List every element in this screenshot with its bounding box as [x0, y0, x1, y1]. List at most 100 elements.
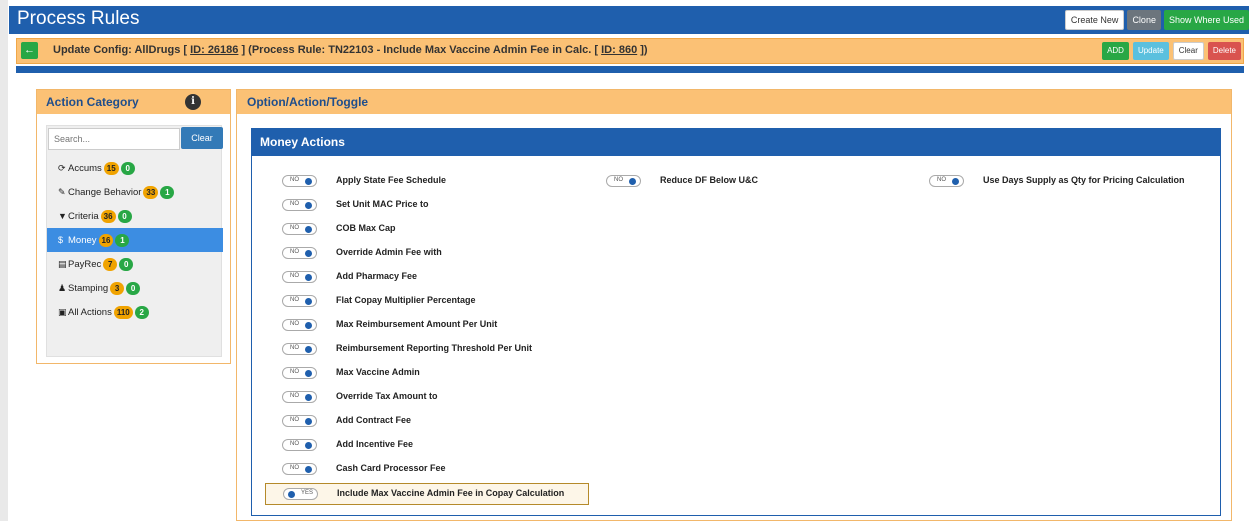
- category-item-payrec[interactable]: ▤PayRec 7 0: [47, 252, 223, 276]
- config-title-prefix: Update Config: AllDrugs [: [53, 44, 191, 56]
- toggle-switch[interactable]: NO: [929, 175, 964, 187]
- toggle-knob: [305, 178, 312, 185]
- config-bar: ← Update Config: AllDrugs [ ID: 26186 ] …: [16, 38, 1244, 64]
- window-edge: [0, 0, 8, 521]
- toggle-state-text: NO: [290, 201, 299, 207]
- toggle-knob: [305, 322, 312, 329]
- action-category-title: Action Category: [46, 95, 139, 109]
- category-label: Accums: [68, 163, 102, 174]
- create-new-button[interactable]: Create New: [1064, 10, 1125, 30]
- category-item-money[interactable]: $ Money 16 1: [47, 228, 223, 252]
- toggle-knob: [305, 442, 312, 449]
- money-action-label: Cash Card Processor Fee: [336, 463, 446, 473]
- toggle-switch[interactable]: NO: [282, 319, 317, 331]
- toggle-switch[interactable]: NO: [282, 223, 317, 235]
- toggle-switch[interactable]: NO: [282, 367, 317, 379]
- category-item-change-behavior[interactable]: ✎ Change Behavior 33 1: [47, 180, 223, 204]
- dollar-icon: $: [58, 235, 64, 245]
- toggle-state-text: NO: [290, 273, 299, 279]
- toggle-state-text: NO: [290, 345, 299, 351]
- toggle-knob: [305, 226, 312, 233]
- toggle-switch[interactable]: YES: [283, 488, 318, 500]
- money-action-label: Reimbursement Reporting Threshold Per Un…: [336, 343, 533, 353]
- money-action-label: Override Tax Amount to: [336, 391, 438, 401]
- refresh-icon: ⟳: [58, 163, 66, 173]
- toggle-switch[interactable]: NO: [282, 391, 317, 403]
- toggle-switch[interactable]: NO: [606, 175, 641, 187]
- header-actions: Create New Clone Show Where Used: [1064, 10, 1249, 30]
- money-action-row: YES Include Max Vaccine Admin Fee in Copa…: [265, 483, 589, 505]
- toggle-knob: [952, 178, 959, 185]
- page-title: Process Rules: [17, 8, 140, 29]
- toggle-switch[interactable]: NO: [282, 199, 317, 211]
- money-action-label: Flat Copay Multiplier Percentage: [336, 295, 476, 305]
- toggle-state-text: NO: [290, 249, 299, 255]
- toggle-knob: [305, 394, 312, 401]
- config-id-link[interactable]: ID: 26186: [190, 44, 238, 56]
- active-count-badge: 0: [119, 257, 134, 271]
- category-list: Clear ⟳Accums150✎Change Behavior331▼Crit…: [46, 125, 223, 357]
- toggle-state-text: NO: [937, 177, 946, 183]
- toggle-switch[interactable]: NO: [282, 439, 317, 451]
- show-where-used-button[interactable]: Show Where Used: [1163, 10, 1249, 30]
- money-action-label: Reduce DF Below U&C: [660, 175, 759, 185]
- money-action-label: Max Reimbursement Amount Per Unit: [336, 319, 498, 329]
- toggle-knob: [305, 346, 312, 353]
- total-count-badge: 36: [100, 209, 116, 223]
- toggle-switch[interactable]: NO: [282, 463, 317, 475]
- options-header: Option/Action/Toggle: [237, 90, 1231, 114]
- total-count-badge: 3: [110, 281, 125, 295]
- toggle-state-text: NO: [290, 297, 299, 303]
- action-category-header: Action Category i: [37, 90, 230, 114]
- toggle-state-text: NO: [290, 177, 299, 183]
- toggle-knob: [305, 274, 312, 281]
- category-item-accums[interactable]: ⟳ Accums 15 0: [47, 156, 223, 180]
- toggle-knob: [629, 178, 636, 185]
- money-action-label: Add Pharmacy Fee: [336, 271, 418, 281]
- config-title-middle: ] (Process Rule: TN22103 - Include Max V…: [238, 44, 602, 56]
- toggle-switch[interactable]: NO: [282, 295, 317, 307]
- money-action-label: COB Max Cap: [336, 223, 396, 233]
- total-count-badge: 110: [113, 305, 133, 319]
- toggle-switch[interactable]: NO: [282, 247, 317, 259]
- toggle-state-text: NO: [290, 225, 299, 231]
- category-label: Money: [68, 235, 97, 246]
- arrow-left-icon[interactable]: ←: [21, 42, 38, 59]
- add-button[interactable]: ADD: [1102, 42, 1129, 60]
- rule-id-link[interactable]: ID: 860: [601, 44, 637, 56]
- toggle-knob: [305, 418, 312, 425]
- toggle-state-text: NO: [290, 321, 299, 327]
- category-label: Criteria: [68, 211, 99, 222]
- active-count-badge: 1: [160, 185, 175, 199]
- options-title: Option/Action/Toggle: [247, 95, 369, 109]
- toggle-switch[interactable]: NO: [282, 271, 317, 283]
- money-action-label: Add Contract Fee: [336, 415, 412, 425]
- toggle-state-text: NO: [614, 177, 623, 183]
- toggle-switch[interactable]: NO: [282, 415, 317, 427]
- active-count-badge: 0: [126, 281, 141, 295]
- toggle-switch[interactable]: NO: [282, 175, 317, 187]
- toggle-state-text: YES: [301, 490, 314, 496]
- money-action-label: Override Admin Fee with: [336, 247, 442, 257]
- money-action-label: Use Days Supply as Qty for Pricing Calcu…: [983, 175, 1185, 185]
- stamp-icon: ♟: [58, 283, 67, 293]
- category-item-stamping[interactable]: ♟ Stamping 3 0: [47, 276, 223, 300]
- wrench-icon: ✎: [58, 187, 66, 197]
- toggle-switch[interactable]: NO: [282, 343, 317, 355]
- clone-button[interactable]: Clone: [1127, 10, 1161, 30]
- options-panel: Option/Action/Toggle Money Actions NO App…: [236, 89, 1232, 521]
- info-icon[interactable]: i: [185, 94, 201, 110]
- total-count-badge: 7: [103, 257, 118, 271]
- filter-icon: ▼: [58, 211, 67, 221]
- category-item-criteria[interactable]: ▼Criteria 36 0: [47, 204, 223, 228]
- search-clear-button[interactable]: Clear: [181, 127, 223, 149]
- delete-button[interactable]: Delete: [1207, 42, 1241, 60]
- clear-button[interactable]: Clear: [1172, 42, 1204, 60]
- total-count-badge: 33: [143, 185, 159, 199]
- toggle-state-text: NO: [290, 441, 299, 447]
- update-button[interactable]: Update: [1132, 42, 1169, 60]
- category-item-all-actions[interactable]: ▣All Actions 110 2: [47, 300, 223, 324]
- money-action-label: Add Incentive Fee: [336, 439, 414, 449]
- money-actions-title: Money Actions: [260, 135, 345, 149]
- search-input[interactable]: [48, 128, 180, 150]
